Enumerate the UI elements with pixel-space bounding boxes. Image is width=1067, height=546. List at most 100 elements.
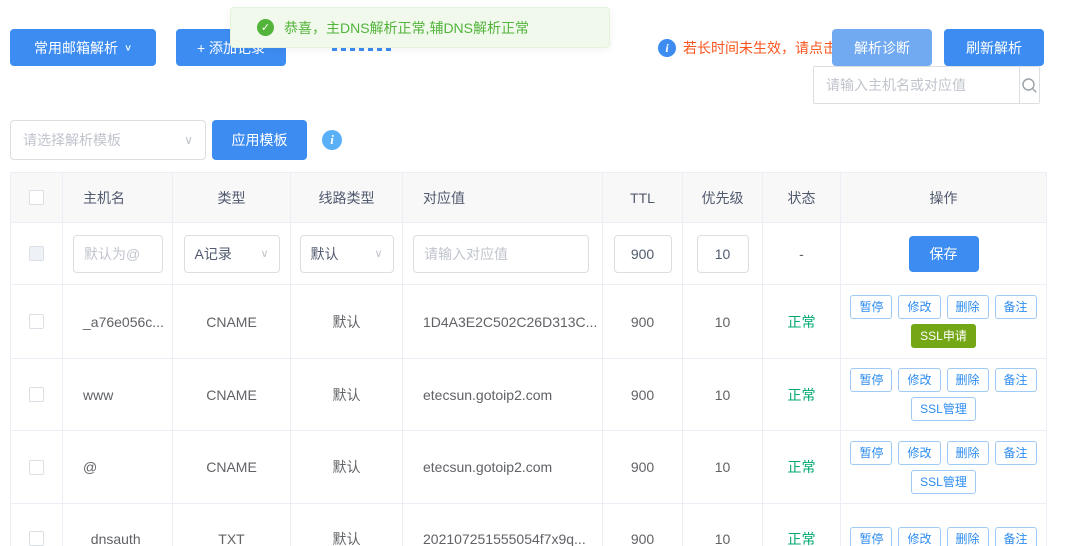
common-mail-resolution-button[interactable]: 常用邮箱解析 ∨ <box>10 29 156 66</box>
pause-button[interactable]: 暂停 <box>850 440 893 465</box>
pause-button[interactable]: 暂停 <box>850 526 893 546</box>
success-toast: ✓ 恭喜，主DNS解析正常,辅DNS解析正常 <box>230 7 610 48</box>
hostname-input[interactable] <box>73 234 163 273</box>
cell-hostname: www <box>63 359 173 430</box>
cell-line: 默认 <box>291 285 403 358</box>
ssl-manage-button[interactable]: SSL管理 <box>911 397 976 421</box>
select-all-checkbox[interactable] <box>29 190 44 205</box>
header-hostname: 主机名 <box>63 173 173 222</box>
row-checkbox[interactable] <box>29 459 44 475</box>
cell-hostname: _dnsauth <box>63 504 173 546</box>
note-button[interactable]: 备注 <box>994 526 1037 546</box>
cell-priority: 10 <box>683 431 763 503</box>
template-select[interactable]: 请选择解析模板 ∨ <box>10 120 206 160</box>
note-button[interactable]: 备注 <box>994 368 1037 392</box>
new-record-row: A记录 ∨ 默认 ∨ - 保存 <box>11 223 1046 285</box>
cell-value: etecsun.gotoip2.com <box>403 359 603 430</box>
status-badge: 正常 <box>763 285 841 358</box>
cell-priority: 10 <box>683 285 763 358</box>
cell-value: 202107251555054f7x9q... <box>403 504 603 546</box>
cell-line: 默认 <box>291 504 403 546</box>
pause-button[interactable]: 暂停 <box>850 368 893 392</box>
refresh-resolution-button[interactable]: 刷新解析 <box>944 29 1044 66</box>
dns-records-page: 常用邮箱解析 ∨ + 添加记录 ✓ 恭喜，主DNS解析正常,辅DNS解析正常 i… <box>0 0 1067 546</box>
delete-button[interactable]: 删除 <box>946 368 989 392</box>
save-button[interactable]: 保存 <box>908 235 979 272</box>
cell-ttl: 900 <box>603 359 683 430</box>
search-box <box>813 66 1040 104</box>
table-row: www CNAME 默认 etecsun.gotoip2.com 900 10 … <box>11 359 1046 431</box>
notice-text: 若长时间未生效，请点击： <box>683 40 851 56</box>
ssl-apply-button[interactable]: SSL申请 <box>911 324 976 348</box>
search-button[interactable] <box>1019 67 1039 103</box>
status-badge: 正常 <box>763 431 841 503</box>
cell-type: CNAME <box>173 359 291 430</box>
table-row: @ CNAME 默认 etecsun.gotoip2.com 900 10 正常… <box>11 431 1046 504</box>
toast-message: 恭喜，主DNS解析正常,辅DNS解析正常 <box>284 19 530 36</box>
info-icon: i <box>658 39 676 57</box>
resolution-diagnose-button[interactable]: 解析诊断 <box>832 29 932 66</box>
line-type-value: 默认 <box>310 245 339 262</box>
status-badge: 正常 <box>763 504 841 546</box>
new-record-status: - <box>763 223 841 284</box>
header-priority: 优先级 <box>683 173 763 222</box>
cell-type: TXT <box>173 504 291 546</box>
row-checkbox[interactable] <box>29 387 44 402</box>
header-value: 对应值 <box>403 173 603 222</box>
search-input[interactable] <box>814 67 1019 103</box>
record-type-select[interactable]: A记录 ∨ <box>183 234 280 273</box>
status-badge: 正常 <box>763 359 841 430</box>
chevron-down-icon: ∨ <box>123 43 133 53</box>
note-button[interactable]: 备注 <box>994 440 1037 465</box>
cell-value: 1D4A3E2C502C26D313C... <box>403 285 603 358</box>
line-type-select[interactable]: 默认 ∨ <box>299 234 394 273</box>
cell-priority: 10 <box>683 504 763 546</box>
notice-group: i 若长时间未生效，请点击： <box>658 38 851 58</box>
delete-button[interactable]: 删除 <box>946 526 989 546</box>
cell-ttl: 900 <box>603 285 683 358</box>
cell-hostname: _a76e056c... <box>63 285 173 358</box>
table-row: _a76e056c... CNAME 默认 1D4A3E2C502C26D313… <box>11 285 1046 359</box>
success-check-icon: ✓ <box>257 19 274 36</box>
record-value-input[interactable] <box>413 234 589 273</box>
table-header-row: 主机名 类型 线路类型 对应值 TTL 优先级 状态 操作 <box>11 173 1046 223</box>
row-checkbox[interactable] <box>29 314 44 329</box>
edit-button[interactable]: 修改 <box>898 440 941 465</box>
pause-button[interactable]: 暂停 <box>850 295 893 319</box>
template-info-icon: i <box>322 130 342 150</box>
ssl-manage-button[interactable]: SSL管理 <box>911 469 976 494</box>
ttl-input[interactable] <box>613 234 672 273</box>
record-type-value: A记录 <box>194 245 232 262</box>
cell-ttl: 900 <box>603 431 683 503</box>
edit-button[interactable]: 修改 <box>898 368 941 392</box>
cell-type: CNAME <box>173 285 291 358</box>
new-record-checkbox <box>29 246 44 261</box>
cell-ttl: 900 <box>603 504 683 546</box>
dns-records-table: 主机名 类型 线路类型 对应值 TTL 优先级 状态 操作 A记录 ∨ <box>10 172 1047 546</box>
cell-line: 默认 <box>291 359 403 430</box>
priority-input[interactable] <box>696 234 749 273</box>
delete-button[interactable]: 删除 <box>946 295 989 319</box>
edit-button[interactable]: 修改 <box>898 295 941 319</box>
table-row: _dnsauth TXT 默认 202107251555054f7x9q... … <box>11 504 1046 546</box>
cell-line: 默认 <box>291 431 403 503</box>
chevron-down-icon: ∨ <box>260 248 269 260</box>
cell-hostname: @ <box>63 431 173 503</box>
apply-template-button[interactable]: 应用模板 <box>212 120 307 160</box>
chevron-down-icon: ∨ <box>184 133 193 147</box>
template-select-placeholder: 请选择解析模板 <box>23 132 121 148</box>
header-ttl: TTL <box>603 173 683 222</box>
header-status: 状态 <box>763 173 841 222</box>
cell-priority: 10 <box>683 359 763 430</box>
header-type: 类型 <box>173 173 291 222</box>
row-checkbox[interactable] <box>29 531 44 546</box>
note-button[interactable]: 备注 <box>994 295 1037 319</box>
cell-value: etecsun.gotoip2.com <box>403 431 603 503</box>
cell-type: CNAME <box>173 431 291 503</box>
chevron-down-icon: ∨ <box>374 248 383 260</box>
header-line-type: 线路类型 <box>291 173 403 222</box>
edit-button[interactable]: 修改 <box>898 526 941 546</box>
search-icon <box>1022 77 1037 93</box>
delete-button[interactable]: 删除 <box>946 440 989 465</box>
header-operations: 操作 <box>929 189 958 206</box>
